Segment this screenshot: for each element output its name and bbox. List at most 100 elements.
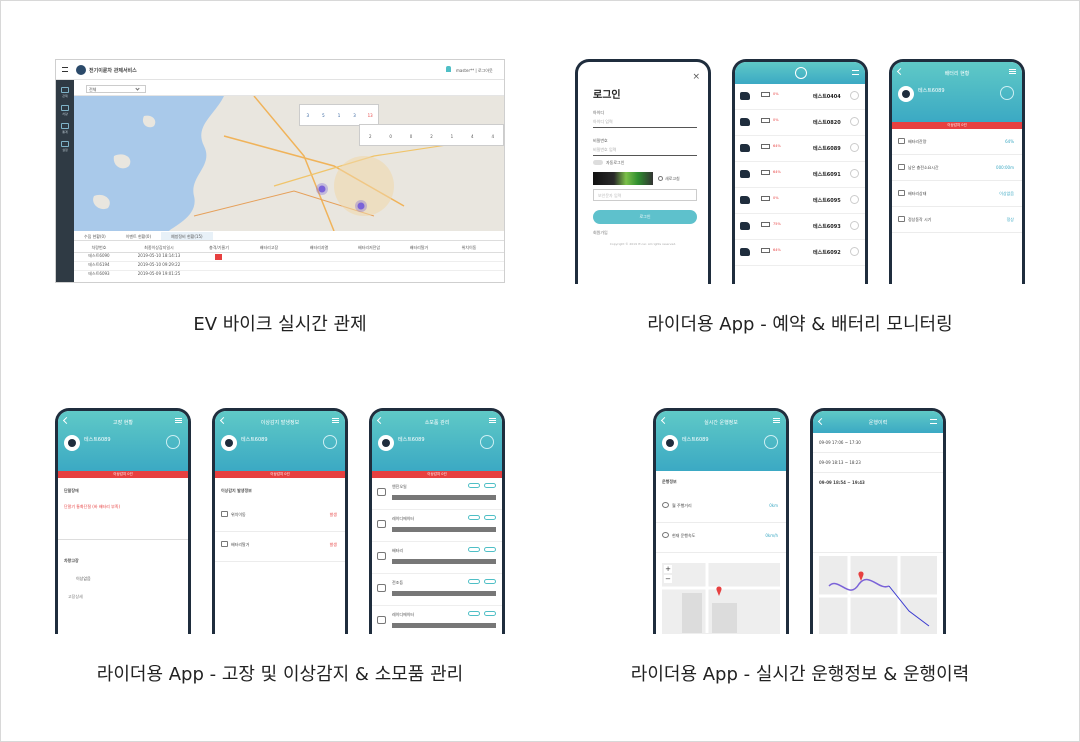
alert-bar[interactable]: 이상감지 0건 [892,122,1022,129]
battery-title: 배터리 현황 [944,71,970,77]
table-row[interactable]: 테스트6090 2019-05-10 18:14:13 [74,253,504,262]
power-icon[interactable] [323,435,337,449]
route-map[interactable] [819,556,937,634]
battery-icon [761,222,770,227]
usage-bar [392,527,496,532]
list-item[interactable]: 레이디에이터 [372,510,502,542]
alert-bar[interactable]: 이상감지 0건 [372,471,502,478]
reserve-icon[interactable] [850,247,859,256]
section-vehicle: 차량고장 [64,558,79,563]
list-item[interactable]: 배터리탈거 발생 [215,532,345,562]
tab-event[interactable]: 이벤트 현황(0) [116,232,161,240]
reserve-icon[interactable] [850,169,859,178]
power-icon[interactable] [764,435,778,449]
alert-bar[interactable]: 이상감지 0건 [58,471,188,478]
edit-button[interactable] [468,579,480,584]
signup-link[interactable]: 회원가입 [593,230,608,236]
login-button[interactable]: 로그인 [593,210,697,224]
list-item[interactable]: 정상동작 시기 정상 [892,207,1022,233]
menu-icon[interactable] [332,418,339,423]
part-label: 전조등 [392,580,404,585]
row-label: 배터리잔량 [908,139,927,144]
list-item[interactable]: 현재 운행속도 0km/h [656,523,786,553]
close-icon[interactable]: × [692,72,700,82]
part-icon [377,552,386,560]
auto-login-toggle[interactable] [593,160,603,165]
alert-bar[interactable]: 이상감지 0건 [215,471,345,478]
edit-button[interactable] [468,483,480,488]
map-view[interactable]: 3 5 1 3 13 2 0 0 2 1 4 4 [74,96,504,231]
menu-icon[interactable] [175,418,182,423]
reset-button[interactable] [484,483,496,488]
reserve-icon[interactable] [850,117,859,126]
reserve-icon[interactable] [850,195,859,204]
zoom-out-icon[interactable]: − [664,575,672,583]
menu-icon[interactable] [62,67,68,72]
history-entry[interactable]: 09-09 18:54 ~ 19:43 [813,473,943,553]
menu-icon[interactable] [852,70,859,75]
history-entry[interactable]: 09-09 17:06 ~ 17:30 [813,433,943,453]
zoom-in-icon[interactable]: + [664,565,672,573]
tab-maintenance[interactable]: 예방정비 현황(15) [161,232,213,240]
list-item[interactable]: 전조등 [372,574,502,606]
col-lowvolt: 배터리저전압 [357,245,381,250]
menu-icon[interactable] [930,419,937,424]
list-item[interactable]: 남은 충전소요시간 000:00m [892,155,1022,181]
report-icon[interactable] [61,123,69,129]
menu-icon[interactable] [773,418,780,423]
scooter-icon [740,118,750,126]
list-item[interactable]: 0% 테스트0820 [735,110,865,136]
booking-screen: 0% 테스트0404 0% 테스트0820 64% 테스트6089 64% 테스트6091 0%… [735,62,865,284]
list-item[interactable]: 배터리상태 이상없음 [892,181,1022,207]
list-item[interactable]: 배터리잔량 64% [892,129,1022,155]
menu-icon[interactable] [489,418,496,423]
vehicle-icon[interactable] [61,105,69,111]
entry-time: 09-09 18:13 ~ 18:23 [819,460,861,465]
edit-button[interactable] [468,611,480,616]
fault-detail-link[interactable]: 고장상세 [68,594,182,600]
power-icon[interactable] [166,435,180,449]
menu-icon[interactable] [1009,69,1016,74]
edit-button[interactable] [468,515,480,520]
drive-map[interactable]: + − [662,563,780,634]
history-header: 운행이력 [813,411,943,433]
reset-button[interactable] [484,515,496,520]
reset-button[interactable] [484,579,496,584]
history-entry[interactable]: 09-09 18:13 ~ 18:23 [813,453,943,473]
table-row[interactable]: 테스트6194 2019-05-10 09:29:22 [74,262,504,271]
list-item[interactable]: 0% 테스트6095 [735,188,865,214]
power-icon[interactable] [1000,86,1014,100]
id-input[interactable]: 아이디 입력 [593,119,697,128]
reset-button[interactable] [484,611,496,616]
usage-bar [392,623,496,628]
edit-button[interactable] [468,547,480,552]
list-item[interactable]: 레이디에이터 [372,606,502,634]
power-icon[interactable] [480,435,494,449]
list-item[interactable]: 64% 테스트6091 [735,162,865,188]
list-item[interactable]: 엔진오일 [372,478,502,510]
table-row[interactable]: 테스트6093 2019-05-09 19:01:25 [74,271,504,280]
list-item[interactable]: 위치이동 발생 [215,502,345,532]
settings-icon[interactable] [61,141,69,147]
pw-input[interactable]: 비밀번호 입력 [593,147,697,156]
reserve-icon[interactable] [850,221,859,230]
tab-collect[interactable]: 수집 현황(0) [74,232,116,240]
battery-icon [761,248,770,253]
list-item[interactable]: 64% 테스트6092 [735,240,865,266]
notification-icon[interactable] [446,66,451,72]
captcha-input[interactable]: 보안문자 입력 [593,189,697,201]
list-item[interactable]: 월 주행거리 0km [656,493,786,523]
scooter-icon [740,170,750,178]
list-item[interactable]: 0% 테스트0404 [735,84,865,110]
monitor-icon[interactable] [61,87,69,93]
list-item[interactable]: 배터리 [372,542,502,574]
reserve-icon[interactable] [850,91,859,100]
reserve-icon[interactable] [850,143,859,152]
list-item[interactable]: 75% 테스트6093 [735,214,865,240]
speed-icon [662,532,669,538]
list-item[interactable]: 64% 테스트6089 [735,136,865,162]
refresh-label[interactable]: 새로고침 [665,176,680,182]
reset-button[interactable] [484,547,496,552]
refresh-icon[interactable] [658,176,663,181]
user-info[interactable]: master** | 로그아웃 [456,68,493,74]
